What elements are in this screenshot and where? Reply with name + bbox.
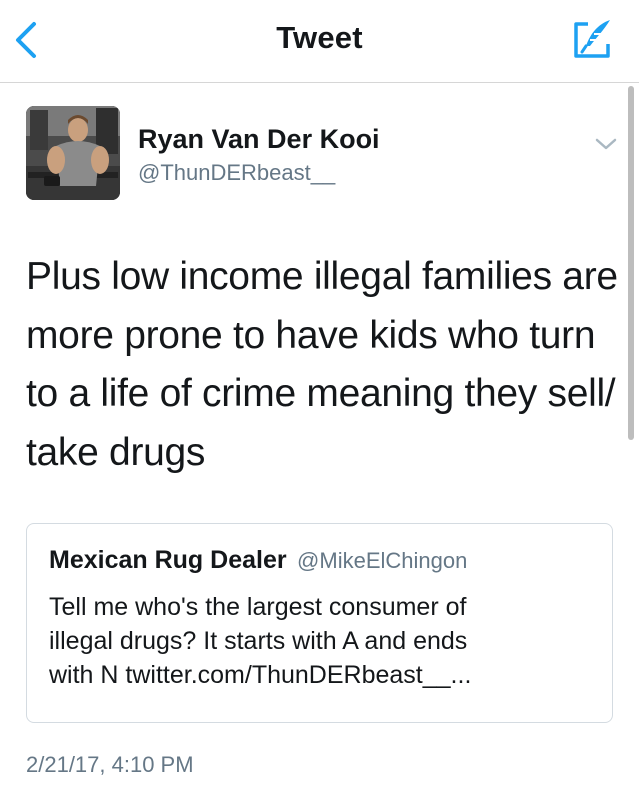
tweet-text-line: take drugs [26,430,206,474]
quoted-text-line: illegal drugs? It starts with A and ends [49,627,468,655]
quoted-text-line: Tell me who's the largest consumer of [49,593,467,621]
tweet-text-line: to a life of crime meaning they sell/ [26,372,616,415]
compose-tweet-button[interactable] [570,16,616,62]
author-handle[interactable]: @ThunDERbeast__ [138,160,335,186]
quoted-tweet-card[interactable]: Mexican Rug Dealer @MikeElChingon Tell m… [26,523,613,723]
quoted-tweet-header: Mexican Rug Dealer @MikeElChingon [49,546,467,575]
quoted-text-line: with N twitter.com/ThunDERbeast__... [49,661,472,689]
avatar[interactable] [26,106,120,200]
quoted-tweet-body: Tell me who's the largest consumer of il… [49,590,594,692]
more-options-button[interactable] [592,134,620,154]
tweet-text-line: Plus low income illegal families are [26,255,618,298]
quoted-author-name: Mexican Rug Dealer [49,546,287,574]
page-title: Tweet [276,20,363,55]
scrollbar[interactable] [628,86,634,440]
tweet-text-line: more prone to have kids who turn [26,313,596,357]
author-display-name[interactable]: Ryan Van Der Kooi [138,124,380,155]
profile-photo [26,106,120,200]
navigation-bar: Tweet [0,0,639,83]
chevron-down-icon [595,138,617,150]
compose-icon [574,20,610,58]
tweet-body: Plus low income illegal families are mor… [26,248,618,482]
tweet-timestamp: 2/21/17, 4:10 PM [26,752,194,777]
quoted-author-handle: @MikeElChingon [297,548,468,573]
